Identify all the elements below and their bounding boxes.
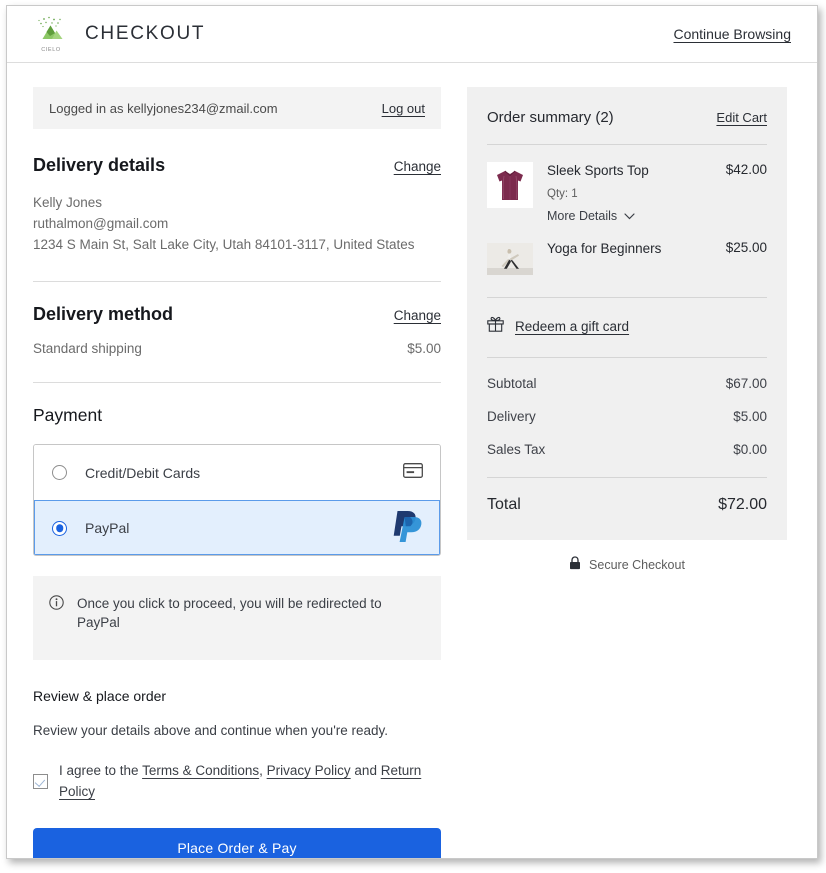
more-details-toggle[interactable]: More Details <box>547 209 712 223</box>
summary-total-value: $67.00 <box>726 376 767 391</box>
customer-email: ruthalmon@gmail.com <box>33 213 441 234</box>
grand-total-row: Total $72.00 <box>487 496 767 514</box>
order-summary-header: Order summary (2) Edit Cart <box>487 109 767 145</box>
terms-agreement-checkbox[interactable] <box>33 774 48 789</box>
order-summary-panel: Order summary (2) Edit Cart <box>467 87 787 540</box>
delivery-method-title: Delivery method <box>33 304 173 325</box>
radio-credit-debit-cards[interactable] <box>52 465 67 480</box>
place-order-button[interactable]: Place Order & Pay <box>33 828 441 859</box>
secure-checkout-badge: Secure Checkout <box>467 556 787 573</box>
order-summary-title: Order summary (2) <box>487 109 614 126</box>
paypal-redirect-note: Once you click to proceed, you will be r… <box>33 576 441 660</box>
terms-agreement-text: I agree to the Terms & Conditions, Priva… <box>59 760 439 802</box>
payment-option-label: PayPal <box>85 520 129 536</box>
delivery-option-label: Standard shipping <box>33 341 142 356</box>
payment-option-credit-debit-cards[interactable]: Credit/Debit Cards <box>34 445 440 500</box>
summary-total-row: Delivery $5.00 <box>487 409 767 424</box>
gift-icon <box>487 316 504 337</box>
privacy-policy-link[interactable]: Privacy Policy <box>267 763 351 778</box>
cart-item-body: Yoga for Beginners <box>547 240 712 257</box>
yoga-class-thumbnail <box>487 243 533 275</box>
continue-browsing-link[interactable]: Continue Browsing <box>673 26 791 42</box>
payment-method-group: Credit/Debit Cards PayPal <box>33 444 441 556</box>
checkout-content: Logged in as kellyjones234@zmail.com Log… <box>7 63 817 859</box>
checkout-main-column: Logged in as kellyjones234@zmail.com Log… <box>33 87 441 859</box>
radio-paypal[interactable] <box>52 521 67 536</box>
delivery-option-price: $5.00 <box>407 341 441 356</box>
change-delivery-method-link[interactable]: Change <box>394 308 441 323</box>
cart-item: Sleek Sports Top Qty: 1 More Details $42… <box>487 145 767 223</box>
account-status-bar: Logged in as kellyjones234@zmail.com Log… <box>33 87 441 129</box>
review-title: Review & place order <box>33 688 441 704</box>
agree-comma: , <box>259 763 267 778</box>
change-delivery-details-link[interactable]: Change <box>394 159 441 174</box>
secure-checkout-label: Secure Checkout <box>589 558 685 572</box>
review-section: Review & place order Review your details… <box>33 688 441 859</box>
page-frame: CIELO CHECKOUT Continue Browsing Logged … <box>0 0 826 873</box>
payment-option-label: Credit/Debit Cards <box>85 465 200 481</box>
cart-item-name: Sleek Sports Top <box>547 162 712 179</box>
agree-prefix: I agree to the <box>59 763 142 778</box>
delivery-method-row: Standard shipping $5.00 <box>33 341 441 356</box>
customer-address: 1234 S Main St, Salt Lake City, Utah 841… <box>33 234 441 255</box>
chevron-down-icon <box>624 209 635 223</box>
order-summary-column: Order summary (2) Edit Cart <box>467 87 787 573</box>
payment-section: Payment Credit/Debit Cards <box>33 405 441 660</box>
edit-cart-link[interactable]: Edit Cart <box>716 110 767 125</box>
paypal-icon <box>393 509 423 548</box>
logout-link[interactable]: Log out <box>382 101 425 116</box>
customer-name: Kelly Jones <box>33 192 441 213</box>
sports-top-thumbnail <box>487 162 533 208</box>
summary-total-row: Sales Tax $0.00 <box>487 442 767 457</box>
browser-window: CIELO CHECKOUT Continue Browsing Logged … <box>6 5 818 859</box>
info-icon <box>49 595 64 615</box>
logged-in-text: Logged in as kellyjones234@zmail.com <box>49 101 278 116</box>
cart-item-name: Yoga for Beginners <box>547 240 712 257</box>
payment-option-paypal[interactable]: PayPal <box>34 500 440 555</box>
grand-total-divider <box>487 477 767 478</box>
redeem-gift-card-row[interactable]: Redeem a gift card <box>487 298 767 358</box>
summary-total-value: $0.00 <box>733 442 767 457</box>
summary-total-label: Delivery <box>487 409 536 424</box>
delivery-details-section: Delivery details Change Kelly Jones ruth… <box>33 155 441 255</box>
cart-item-body: Sleek Sports Top Qty: 1 More Details <box>547 162 712 223</box>
delivery-method-header: Delivery method Change <box>33 304 441 325</box>
lock-icon <box>569 556 581 573</box>
redeem-gift-card-link[interactable]: Redeem a gift card <box>515 319 629 334</box>
review-subtitle: Review your details above and continue w… <box>33 723 441 738</box>
page-header: CIELO CHECKOUT Continue Browsing <box>7 6 817 63</box>
summary-total-label: Sales Tax <box>487 442 545 457</box>
divider <box>33 382 441 383</box>
grand-total-value: $72.00 <box>718 496 767 514</box>
cielo-logo-icon: CIELO <box>33 15 69 53</box>
delivery-details-title: Delivery details <box>33 155 165 176</box>
terms-agreement-row: I agree to the Terms & Conditions, Priva… <box>33 760 441 802</box>
summary-total-label: Subtotal <box>487 376 537 391</box>
grand-total-label: Total <box>487 496 521 514</box>
agree-and: and <box>351 763 381 778</box>
paypal-note-text: Once you click to proceed, you will be r… <box>77 594 387 632</box>
summary-total-value: $5.00 <box>733 409 767 424</box>
credit-card-icon <box>403 463 423 483</box>
cart-item-qty: Qty: 1 <box>547 188 712 200</box>
delivery-details-header: Delivery details Change <box>33 155 441 176</box>
terms-and-conditions-link[interactable]: Terms & Conditions <box>142 763 259 778</box>
cart-item-price: $25.00 <box>726 240 767 255</box>
brand-lockup: CIELO CHECKOUT <box>33 15 205 53</box>
cart-item-price: $42.00 <box>726 162 767 177</box>
summary-total-row: Subtotal $67.00 <box>487 376 767 391</box>
delivery-method-section: Delivery method Change Standard shipping… <box>33 304 441 356</box>
page-title: CHECKOUT <box>85 23 205 45</box>
payment-title: Payment <box>33 405 441 426</box>
more-details-label: More Details <box>547 209 617 223</box>
cart-item: Yoga for Beginners $25.00 <box>487 223 767 275</box>
divider <box>33 281 441 282</box>
brand-caption: CIELO <box>33 47 69 53</box>
